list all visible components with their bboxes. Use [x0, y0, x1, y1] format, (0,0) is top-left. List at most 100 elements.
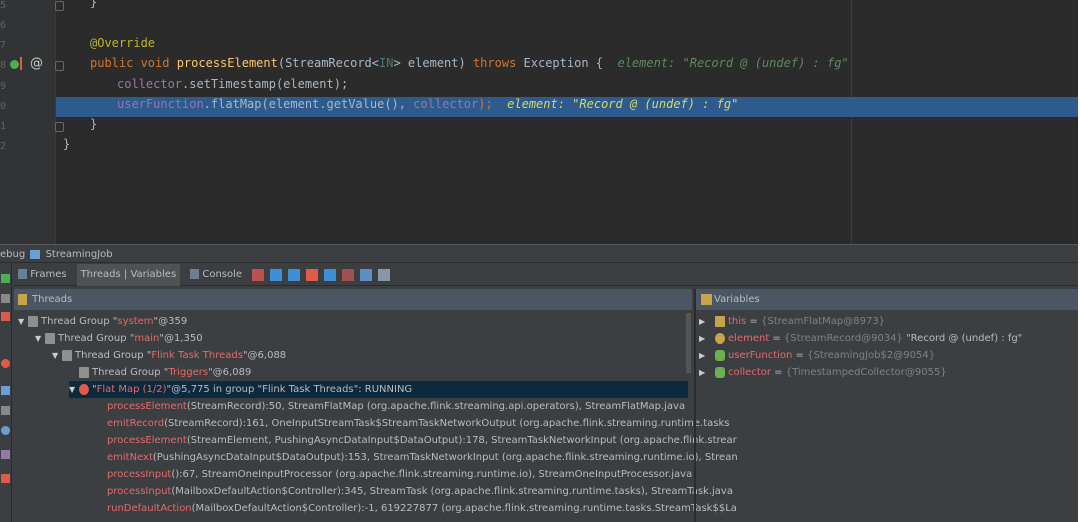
tab-console[interactable]: Console: [186, 264, 246, 286]
show-execution-point-icon[interactable]: [252, 268, 265, 281]
fold-marker[interactable]: [55, 61, 64, 71]
drop-frame-icon[interactable]: [342, 268, 355, 281]
variable-row[interactable]: ▶ userFunction = {StreamingJob$2@9054}: [699, 347, 935, 364]
run-config-name[interactable]: StreamingJob: [46, 249, 113, 260]
stack-frame-row[interactable]: processInput():67, StreamOneInputProcess…: [107, 466, 692, 483]
debug-title: ebug: [0, 249, 26, 260]
expand-triangle-icon[interactable]: ▼: [52, 347, 62, 364]
stack-frame-row[interactable]: runDefaultAction(MailboxDefaultAction$Co…: [107, 500, 737, 517]
frame-location: (StreamRecord):50, StreamFlatMap (org.ap…: [186, 401, 686, 412]
code-editor[interactable]: 5 6 7 8 9 0 1 2 @ } @Override public voi…: [0, 0, 1078, 244]
code-text: );: [478, 97, 508, 111]
stack-frame-row[interactable]: processInput(MailboxDefaultAction$Contro…: [107, 483, 733, 500]
expand-triangle-icon[interactable]: ▶: [699, 347, 709, 364]
keyword: public void: [90, 56, 177, 70]
gutter: 5 6 7 8 9 0 1 2 @: [0, 0, 56, 244]
thread-row[interactable]: ▼ Thread Group "system"@359: [18, 313, 187, 330]
stop-icon[interactable]: [1, 312, 10, 321]
run-to-cursor-icon[interactable]: [360, 268, 373, 281]
panel-title: Threads: [32, 294, 73, 305]
code-line: }: [63, 137, 71, 151]
stack-frame-row[interactable]: processElement(StreamRecord):50, StreamF…: [107, 398, 685, 415]
expand-triangle-icon[interactable]: ▶: [699, 330, 709, 347]
resume-icon[interactable]: [1, 274, 10, 283]
tab-threads-variables[interactable]: Threads | Variables: [76, 263, 181, 286]
override-icon[interactable]: [10, 60, 19, 69]
variable-value: {StreamRecord@9034}: [784, 333, 903, 344]
threads-icon: [18, 294, 27, 305]
step-over-icon[interactable]: [270, 268, 283, 281]
thread-group-icon: [79, 383, 89, 395]
annotation: @Override: [90, 36, 156, 50]
thread-suffix: "@6,088: [242, 350, 287, 361]
thread-prefix: Thread Group ": [58, 333, 135, 344]
code-text: .setTimestamp(element);: [182, 77, 349, 91]
thread-row[interactable]: ▼ "Flat Map (1/2)"@5,775 in group "Flink …: [69, 381, 688, 398]
thread-group-icon: [79, 366, 89, 378]
scrollbar[interactable]: [686, 313, 691, 373]
force-step-into-icon[interactable]: [306, 268, 319, 281]
expand-triangle-icon[interactable]: ▼: [35, 330, 45, 347]
tab-label: Threads | Variables: [80, 268, 177, 280]
panel-title: Variables: [714, 294, 760, 305]
mute-breakpoints-icon[interactable]: [1, 386, 10, 395]
evaluate-expression-icon[interactable]: [378, 268, 391, 281]
line-number: 2: [0, 141, 7, 152]
expand-triangle-icon[interactable]: ▶: [699, 313, 709, 330]
variable-row[interactable]: ▶ this = {StreamFlatMap@8973}: [699, 313, 885, 330]
thread-prefix: Thread Group ": [75, 350, 152, 361]
thread-name: Triggers: [168, 367, 209, 378]
expand-triangle-icon[interactable]: ▼: [69, 381, 79, 398]
field-icon: [715, 315, 725, 327]
expand-triangle-icon[interactable]: ▶: [699, 364, 709, 381]
field: userFunction: [117, 97, 204, 111]
stack-frame-row[interactable]: emitNext(PushingAsyncDataInput$DataOutpu…: [107, 449, 738, 466]
layout-icon[interactable]: [1, 406, 10, 415]
code-line: }: [90, 0, 98, 9]
breakpoints-icon[interactable]: [1, 359, 10, 368]
thread-group-icon: [62, 349, 72, 361]
pause-icon[interactable]: [1, 294, 10, 303]
frame-method: runDefaultAction: [107, 503, 192, 514]
expand-triangle-icon[interactable]: ▼: [18, 313, 28, 330]
code-line: public void processElement(StreamRecord<…: [90, 56, 849, 76]
type-param: IN: [379, 56, 394, 70]
tab-frames[interactable]: Frames: [14, 264, 71, 286]
pin-icon[interactable]: [1, 450, 10, 459]
line-number: 0: [0, 101, 7, 112]
variable-name: element: [728, 333, 770, 344]
variable-name: userFunction: [728, 350, 793, 361]
thread-group-icon: [45, 332, 55, 344]
field: collector: [117, 77, 183, 91]
variables-header: Variables: [696, 289, 1078, 310]
settings-icon[interactable]: [1, 426, 10, 435]
thread-name: Flink Task Threads: [151, 350, 243, 361]
at-icon: @: [30, 56, 43, 71]
step-out-icon[interactable]: [324, 268, 337, 281]
thread-row[interactable]: ▼ Thread Group "Flink Task Threads"@6,088: [52, 347, 286, 364]
step-into-icon[interactable]: [288, 268, 301, 281]
variable-string: "Record @ (undef) : fg": [902, 333, 1023, 344]
fold-marker[interactable]: [55, 1, 64, 11]
keyword: throws: [472, 56, 517, 70]
close-icon[interactable]: [1, 474, 10, 483]
variable-row[interactable]: ▶ collector = {TimestampedCollector@9055}: [699, 364, 947, 381]
line-number: 7: [0, 40, 7, 51]
stack-frame-row[interactable]: emitRecord(StreamRecord):161, OneInputSt…: [107, 415, 729, 432]
debug-tool-window: ebug StreamingJob Frames Threads | Varia…: [0, 244, 1078, 522]
frames-icon: [18, 268, 27, 279]
frame-location: (StreamElement, PushingAsyncDataInput$Da…: [186, 435, 737, 446]
variable-row[interactable]: ▶ element = {StreamRecord@9034} "Record @…: [699, 330, 1022, 347]
parameter-icon: [715, 332, 725, 344]
watch-icon: [715, 366, 725, 378]
stack-frame-row[interactable]: processElement(StreamElement, PushingAsy…: [107, 432, 737, 449]
frame-location: (MailboxDefaultAction$Controller):-1, 61…: [191, 503, 737, 514]
thread-name: system: [117, 316, 154, 327]
code-line: collector.setTimestamp(element);: [117, 77, 348, 97]
thread-row[interactable]: Thread Group "Triggers"@6,089: [69, 364, 251, 381]
thread-prefix: Thread Group ": [92, 367, 169, 378]
fold-marker[interactable]: [55, 122, 64, 132]
frame-location: (StreamRecord):161, OneInputStreamTask$S…: [164, 418, 730, 429]
thread-row[interactable]: ▼ Thread Group "main"@1,350: [35, 330, 203, 347]
code-text: (StreamRecord<: [277, 56, 380, 70]
